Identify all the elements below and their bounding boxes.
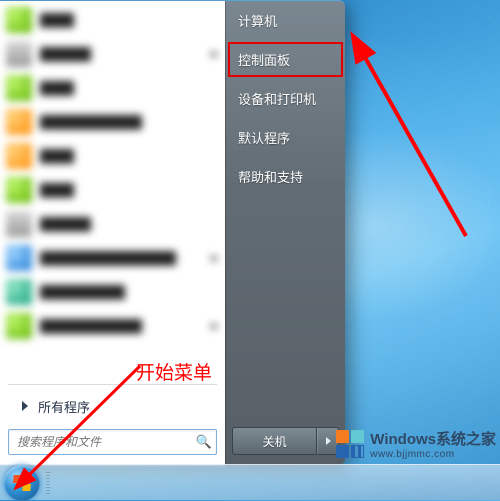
divider bbox=[8, 384, 217, 385]
chevron-right-icon bbox=[22, 401, 28, 411]
chevron-right-icon bbox=[326, 437, 331, 445]
start-menu-right-pane: 计算机 控制面板 设备和打印机 默认程序 帮助和支持 关机 bbox=[225, 1, 345, 465]
submenu-arrow-icon: ▶ bbox=[211, 321, 219, 332]
right-item-control-panel[interactable]: 控制面板 bbox=[226, 40, 345, 79]
pinned-program-list: ████ ██████▶ ████ ████████████ ████ ████… bbox=[0, 1, 225, 380]
right-item-help-support[interactable]: 帮助和支持 bbox=[226, 157, 345, 196]
program-icon bbox=[6, 245, 32, 271]
program-item[interactable]: ██████ bbox=[0, 207, 225, 241]
program-icon bbox=[6, 7, 32, 33]
watermark-url: www.bjjmmc.com bbox=[370, 449, 496, 460]
program-item[interactable]: ████████████████▶ bbox=[0, 241, 225, 275]
program-icon bbox=[6, 211, 32, 237]
program-icon bbox=[6, 313, 32, 339]
program-icon bbox=[6, 143, 32, 169]
taskbar bbox=[0, 464, 500, 500]
program-item[interactable]: ████████████ bbox=[0, 105, 225, 139]
watermark-logo-icon bbox=[336, 430, 364, 458]
program-icon bbox=[6, 75, 32, 101]
right-item-computer[interactable]: 计算机 bbox=[226, 1, 345, 40]
program-item[interactable]: ████ bbox=[0, 173, 225, 207]
all-programs-label: 所有程序 bbox=[38, 397, 90, 416]
all-programs-button[interactable]: 所有程序 bbox=[0, 389, 225, 423]
program-item[interactable]: ████████████▶ bbox=[0, 309, 225, 343]
search-icon: 🔍 bbox=[196, 434, 212, 450]
program-item[interactable]: ████ bbox=[0, 139, 225, 173]
submenu-arrow-icon: ▶ bbox=[211, 253, 219, 264]
start-menu-left-pane: ████ ██████▶ ████ ████████████ ████ ████… bbox=[0, 1, 225, 465]
shutdown-button[interactable]: 关机 bbox=[232, 427, 317, 455]
taskbar-grip bbox=[46, 472, 50, 494]
start-menu: ████ ██████▶ ████ ████████████ ████ ████… bbox=[0, 0, 345, 465]
watermark-title: Windows系统之家 bbox=[370, 428, 496, 449]
windows-logo-icon bbox=[12, 475, 31, 491]
submenu-arrow-icon: ▶ bbox=[211, 49, 219, 60]
right-item-default-programs[interactable]: 默认程序 bbox=[226, 118, 345, 157]
program-icon bbox=[6, 177, 32, 203]
start-button[interactable] bbox=[4, 465, 40, 501]
watermark: Windows系统之家 www.bjjmmc.com bbox=[336, 428, 496, 460]
search-area: 🔍 bbox=[0, 423, 225, 465]
program-icon bbox=[6, 41, 32, 67]
program-item[interactable]: ████ bbox=[0, 3, 225, 37]
right-item-devices-printers[interactable]: 设备和打印机 bbox=[226, 79, 345, 118]
program-item[interactable]: ██████▶ bbox=[0, 37, 225, 71]
search-box[interactable]: 🔍 bbox=[8, 429, 217, 455]
program-icon bbox=[6, 279, 32, 305]
shutdown-row: 关机 bbox=[226, 427, 345, 455]
program-item[interactable]: ████ bbox=[0, 71, 225, 105]
program-icon bbox=[6, 109, 32, 135]
search-input[interactable] bbox=[17, 435, 196, 449]
program-item[interactable]: ██████████ bbox=[0, 275, 225, 309]
